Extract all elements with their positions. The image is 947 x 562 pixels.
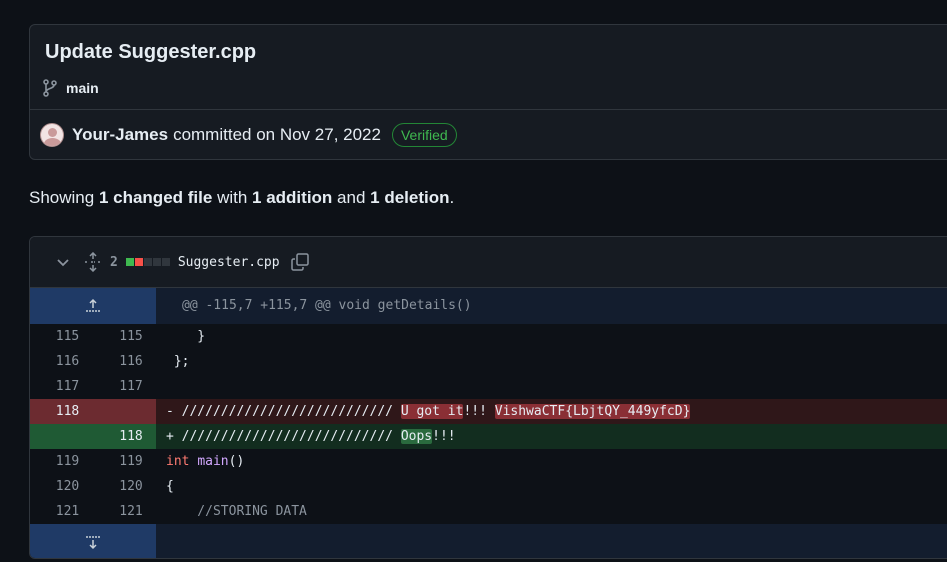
code-text: !!!	[432, 429, 456, 444]
new-line-number[interactable]: 121	[93, 499, 156, 524]
code-line: - /////////////////////////// U got it!!…	[156, 399, 947, 424]
new-line-number[interactable]: 120	[93, 474, 156, 499]
summary-prefix: Showing	[29, 188, 95, 207]
diff-line: 117 117	[30, 374, 947, 399]
diff-line: 119 119 int main()	[30, 449, 947, 474]
old-line-number[interactable]: 120	[30, 474, 93, 499]
commit-date-text: committed on Nov 27, 2022	[173, 125, 381, 144]
diff-marker: +	[166, 429, 182, 444]
new-line-number[interactable]: 116	[93, 349, 156, 374]
code-line: {	[166, 479, 174, 494]
keyword: int	[166, 454, 190, 469]
copy-icon[interactable]	[290, 252, 310, 272]
old-line-number[interactable]: 118	[30, 399, 93, 424]
code-text: !!!	[463, 404, 495, 419]
old-line-number[interactable]: 116	[30, 349, 93, 374]
diff-line: 120 120 {	[30, 474, 947, 499]
summary-files: 1 changed file	[98, 188, 213, 207]
expand-down-button[interactable]	[30, 524, 156, 558]
expand-down-icon	[86, 536, 100, 550]
diffstat-block	[134, 258, 143, 266]
summary-and: and	[337, 188, 366, 207]
branch-name: main	[66, 80, 99, 96]
added-line: 118 + /////////////////////////// Oops!!…	[30, 424, 947, 449]
expand-up-button[interactable]	[30, 288, 156, 324]
file-diff: 2 Suggester.cpp @@ -115,7 +115,7 @@ void…	[29, 236, 947, 559]
git-branch-icon	[43, 79, 57, 97]
code-comment: ///////////////////////////	[181, 429, 401, 444]
old-line-number[interactable]: 119	[30, 449, 93, 474]
commit-title: Update Suggester.cpp	[45, 41, 257, 63]
summary-suffix: .	[449, 188, 455, 207]
file-name[interactable]: Suggester.cpp	[178, 255, 280, 270]
expand-down-row	[30, 524, 947, 558]
author-link[interactable]: Your-James	[72, 125, 168, 145]
expand-up-icon	[86, 298, 100, 312]
function-name: main	[197, 454, 229, 469]
new-line-number[interactable]: 119	[93, 449, 156, 474]
diff-line: 115 115 }	[30, 324, 947, 349]
diffstat-block	[161, 258, 170, 266]
code-line: + /////////////////////////// Oops!!!	[156, 424, 947, 449]
change-count: 2	[110, 254, 118, 270]
expand-all-icon[interactable]	[84, 252, 102, 272]
new-line-number	[93, 399, 156, 424]
new-line-number[interactable]: 115	[93, 324, 156, 349]
code-line: int main()	[156, 449, 947, 474]
diffstat-bar	[125, 258, 170, 266]
commit-meta: Your-James committed on Nov 27, 2022 Ver…	[30, 109, 947, 160]
old-line-number[interactable]: 115	[30, 324, 93, 349]
highlight-removed: VishwaCTF{LbjtQY_449yfcD}	[494, 404, 691, 419]
diffstat-block	[125, 258, 134, 266]
diff-line: 121 121 //STORING DATA	[30, 499, 947, 524]
highlight-added: Oops	[400, 429, 433, 444]
old-line-number[interactable]: 117	[30, 374, 93, 399]
code-line: };	[166, 354, 190, 369]
avatar[interactable]	[40, 123, 64, 147]
highlight-removed: U got it	[400, 404, 464, 419]
commit-header: Update Suggester.cpp main Your-James com…	[29, 24, 947, 160]
diff-line: 116 116 };	[30, 349, 947, 374]
old-line-number[interactable]: 121	[30, 499, 93, 524]
code-line: }	[166, 329, 206, 344]
diff-marker: -	[166, 404, 182, 419]
new-line-number[interactable]: 118	[93, 424, 156, 449]
code-comment: ///////////////////////////	[181, 404, 401, 419]
old-line-number	[30, 424, 93, 449]
diffstat-block	[143, 258, 152, 266]
summary-with: with	[217, 188, 248, 207]
diffstat-block	[152, 258, 161, 266]
verified-badge[interactable]: Verified	[391, 123, 457, 147]
hunk-header-row: @@ -115,7 +115,7 @@ void getDetails()	[30, 288, 947, 324]
code-line: //STORING DATA	[166, 504, 307, 519]
summary-additions: 1 addition	[252, 188, 333, 207]
hunk-header: @@ -115,7 +115,7 @@ void getDetails()	[182, 298, 472, 313]
summary-deletions: 1 deletion	[370, 188, 450, 207]
new-line-number[interactable]: 117	[93, 374, 156, 399]
code-text: ()	[228, 454, 245, 469]
chevron-down-icon[interactable]	[54, 253, 72, 271]
diff-summary: Showing 1 changed file with 1 addition a…	[29, 188, 454, 208]
file-header: 2 Suggester.cpp	[30, 237, 947, 288]
branch-indicator[interactable]: main	[42, 79, 99, 97]
deleted-line: 118 - /////////////////////////// U got …	[30, 399, 947, 424]
